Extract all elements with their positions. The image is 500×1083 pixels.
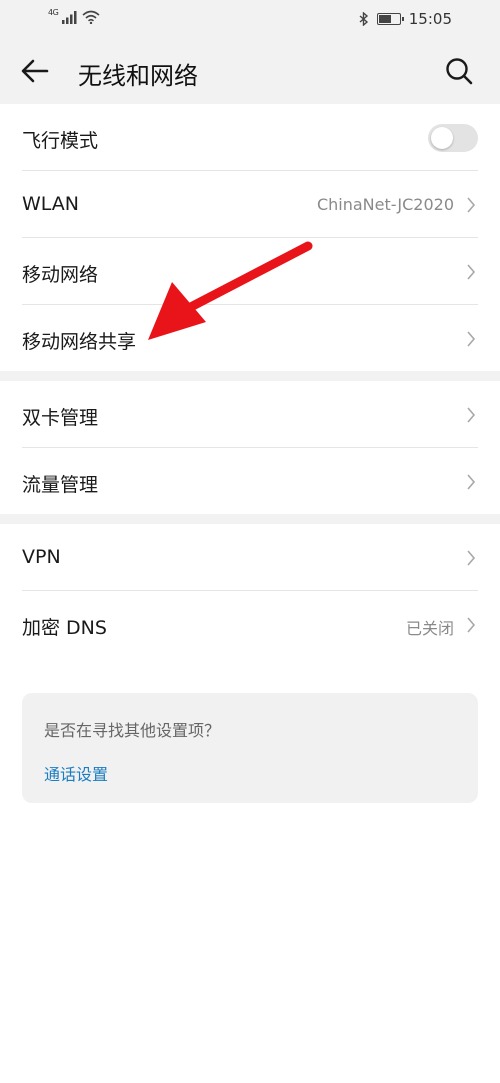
suggestion-question: 是否在寻找其他设置项？: [44, 721, 221, 740]
setting-label: 双卡管理: [22, 407, 99, 429]
chevron-right-icon: [467, 331, 476, 347]
wlan-network-name: ChinaNet-JC2020: [316, 195, 454, 214]
section-divider: [0, 514, 500, 524]
setting-label: VPN: [22, 546, 61, 568]
back-arrow-icon: [21, 59, 49, 83]
setting-label: 移动网络: [22, 264, 99, 286]
setting-row-data-usage[interactable]: 流量管理: [22, 448, 478, 514]
settings-group-network: 飞行模式 WLAN ChinaNet-JC2020 移动网络 移动网络共享: [0, 104, 500, 371]
setting-row-tethering[interactable]: 移动网络共享: [22, 305, 478, 371]
top-area: 4G 15:05 无线和网络: [0, 0, 500, 104]
status-right: 15:05: [359, 10, 452, 28]
battery-icon: [376, 13, 404, 25]
private-dns-status: 已关闭: [405, 619, 454, 638]
settings-group-sim: 双卡管理 流量管理: [0, 381, 500, 514]
chevron-right-icon: [467, 550, 476, 566]
suggestion-card: 是否在寻找其他设置项？ 通话设置: [22, 693, 478, 803]
toggle-knob: [431, 127, 453, 149]
setting-label: 移动网络共享: [22, 331, 137, 353]
settings-group-security: VPN 加密 DNS 已关闭: [0, 524, 500, 657]
chevron-right-icon: [467, 197, 476, 213]
call-settings-link[interactable]: 通话设置: [44, 761, 108, 785]
status-bar: 4G 15:05: [0, 0, 500, 38]
setting-label: WLAN: [22, 193, 80, 215]
setting-row-wlan[interactable]: WLAN ChinaNet-JC2020: [22, 171, 478, 238]
page-title: 无线和网络: [78, 62, 198, 90]
status-time: 15:05: [408, 10, 452, 28]
search-icon: [446, 58, 473, 85]
setting-row-airplane-mode[interactable]: 飞行模式: [22, 104, 478, 171]
wifi-icon: [82, 10, 100, 24]
airplane-mode-toggle[interactable]: [428, 124, 478, 152]
setting-label: 流量管理: [22, 474, 99, 496]
setting-row-mobile-network[interactable]: 移动网络: [22, 238, 478, 305]
setting-row-vpn[interactable]: VPN: [22, 524, 478, 591]
setting-row-dual-sim[interactable]: 双卡管理: [22, 381, 478, 448]
chevron-right-icon: [467, 264, 476, 280]
signal-icon: [62, 10, 77, 24]
search-button[interactable]: [444, 56, 478, 90]
section-divider: [0, 371, 500, 381]
status-left: 4G: [48, 7, 100, 24]
chevron-right-icon: [467, 407, 476, 423]
bluetooth-icon: [359, 12, 368, 26]
chevron-right-icon: [467, 617, 476, 633]
network-type-label: 4G: [48, 7, 59, 17]
chevron-right-icon: [467, 474, 476, 490]
setting-label: 加密 DNS: [22, 617, 107, 639]
setting-row-private-dns[interactable]: 加密 DNS 已关闭: [22, 591, 478, 657]
app-header: 无线和网络: [0, 44, 500, 100]
setting-label: 飞行模式: [22, 130, 99, 152]
back-button[interactable]: [20, 56, 56, 88]
battery-fill: [378, 15, 391, 23]
